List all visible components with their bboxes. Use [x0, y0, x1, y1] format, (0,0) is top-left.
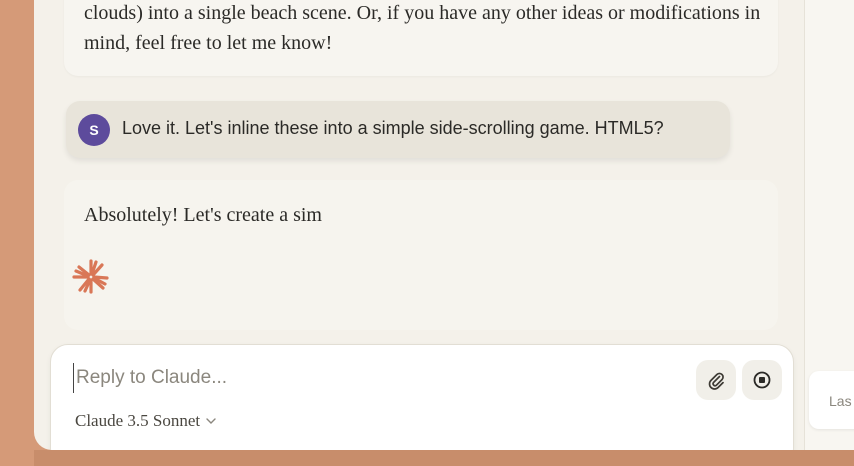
assistant-message-streaming: Absolutely! Let's create a sim [64, 180, 778, 330]
assistant-message-text: clouds) into a single beach scene. Or, i… [84, 2, 761, 54]
assistant-streaming-text: Absolutely! Let's create a sim [84, 204, 322, 226]
app-window: clouds) into a single beach scene. Or, i… [34, 0, 854, 450]
user-message: S Love it. Let's inline these into a sim… [66, 101, 730, 158]
attach-button[interactable] [696, 360, 736, 400]
assistant-message: clouds) into a single beach scene. Or, i… [64, 0, 778, 76]
chevron-down-icon [206, 418, 216, 424]
stop-icon [753, 371, 771, 389]
chat-column: clouds) into a single beach scene. Or, i… [34, 0, 804, 450]
model-selector[interactable]: Claude 3.5 Sonnet [75, 411, 216, 431]
reply-composer: Claude 3.5 Sonnet [50, 344, 794, 450]
claude-spark-icon [72, 259, 109, 294]
side-panel-card[interactable]: Las [809, 371, 854, 429]
model-label: Claude 3.5 Sonnet [75, 411, 201, 430]
artifact-side-panel: Las [804, 0, 854, 450]
user-message-text: Love it. Let's inline these into a simpl… [122, 118, 664, 138]
avatar[interactable]: S [78, 114, 110, 146]
side-card-text: Las [829, 393, 852, 409]
stop-button[interactable] [742, 360, 782, 400]
window-bottom-edge [34, 450, 854, 466]
reply-input[interactable] [73, 363, 676, 393]
paperclip-icon [708, 372, 724, 390]
